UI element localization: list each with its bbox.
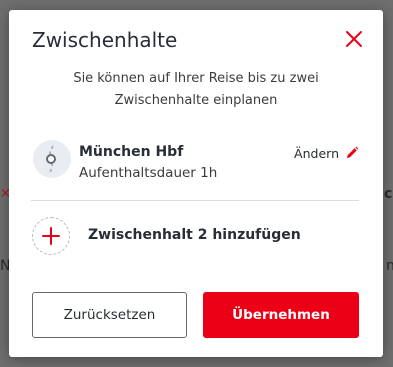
reset-button[interactable]: Zurücksetzen	[32, 292, 187, 338]
dialog-title: Zwischenhalte	[32, 28, 178, 52]
stopover-name: München Hbf	[79, 144, 184, 160]
add-stop-circle	[32, 217, 70, 255]
stopover-item: München Hbf Aufenthaltsdauer 1h Ändern	[31, 138, 359, 201]
pencil-icon	[347, 146, 359, 158]
apply-button[interactable]: Übernehmen	[203, 292, 359, 338]
plus-icon	[42, 227, 60, 245]
dialog-subtitle: Sie können auf Ihrer Reise bis zu zwei Z…	[73, 71, 319, 108]
background-fragment: n	[386, 258, 393, 274]
background-fragment: ch	[384, 186, 393, 202]
stopover-duration: Aufenthaltsdauer 1h	[79, 165, 218, 181]
stopovers-dialog: Zwischenhalte Sie können auf Ihrer Reise…	[9, 10, 383, 357]
add-stopover-button[interactable]: Zwischenhalt 2 hinzufügen	[31, 217, 359, 257]
edit-stopover-button[interactable]: Ändern	[294, 144, 359, 162]
add-stopover-label: Zwischenhalt 2 hinzufügen	[88, 227, 301, 243]
close-button[interactable]	[343, 28, 365, 50]
close-icon	[346, 31, 362, 47]
route-stop-icon	[33, 140, 71, 178]
edit-label: Ändern	[294, 145, 339, 161]
